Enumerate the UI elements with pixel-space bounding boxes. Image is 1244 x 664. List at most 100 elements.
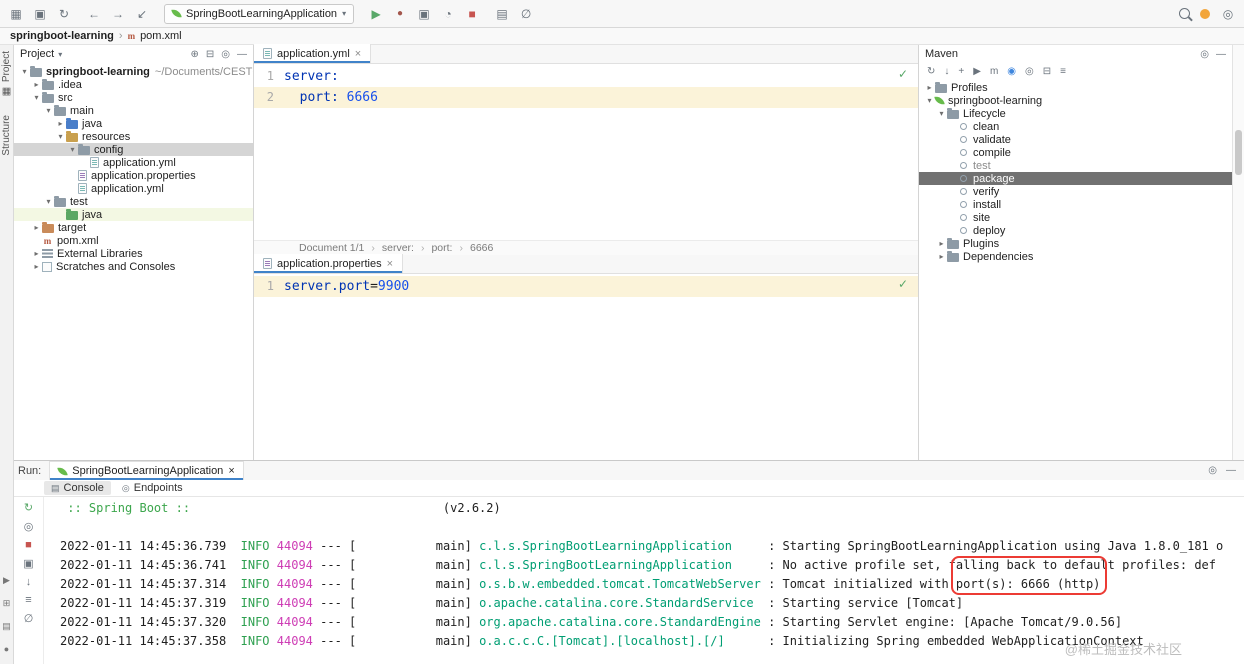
notification-badge[interactable] [1200,9,1210,19]
project-item-test[interactable]: ▾test [14,195,253,208]
project-item-java[interactable]: ▸java [14,117,253,130]
expand-arrow-icon[interactable]: ▾ [43,197,54,206]
panel-settings-icon[interactable]: ◎ [221,49,230,60]
editor-line[interactable]: 1server.port=9900 [254,276,918,297]
git-tool-window-button[interactable]: ● [4,644,9,654]
save-all-icon[interactable]: ▣ [32,6,48,22]
maven-item-springboot-learning[interactable]: ▾springboot-learning [919,94,1232,107]
properties-editor[interactable]: ✓ 1server.port=9900 [254,274,918,460]
debug-button[interactable]: ● [392,6,408,22]
clear-console-icon[interactable]: ∅ [24,612,34,625]
back-icon[interactable]: ← [86,6,102,22]
coverage-button[interactable]: ▣ [416,6,432,22]
run-settings-icon[interactable]: ◎ [24,520,34,533]
maven-item-clean[interactable]: clean [919,120,1232,133]
maven-settings-icon[interactable]: ◎ [1025,66,1034,77]
project-item-java[interactable]: java [14,208,253,221]
project-item-resources[interactable]: ▾resources [14,130,253,143]
expand-arrow-icon[interactable]: ▾ [43,106,54,115]
expand-arrow-icon[interactable]: ▸ [31,80,42,89]
project-item-springboot-learning[interactable]: ▾springboot-learning~/Documents/CESTC/wo… [14,65,253,78]
layout-icon[interactable]: ▤ [494,6,510,22]
expand-arrow-icon[interactable]: ▾ [67,145,78,154]
maven-item-plugins[interactable]: ▸Plugins [919,237,1232,250]
hide-panel-icon[interactable]: ― [1216,49,1226,60]
project-panel-title[interactable]: Project [20,48,54,60]
project-item-external-libraries[interactable]: ▸External Libraries [14,247,253,260]
expand-arrow-icon[interactable]: ▸ [31,262,42,271]
maven-item-compile[interactable]: compile [919,146,1232,159]
hide-panel-icon[interactable]: ― [237,49,247,60]
expand-arrow-icon[interactable]: ▾ [55,132,66,141]
hide-panel-icon[interactable]: ― [1226,465,1236,476]
tab-application-properties[interactable]: application.properties × [254,254,403,273]
expand-arrow-icon[interactable]: ▸ [31,223,42,232]
project-item-application-yml[interactable]: application.yml [14,182,253,195]
add-maven-project-icon[interactable]: + [958,66,964,77]
expand-arrow-icon[interactable]: ▸ [924,83,935,92]
soft-wrap-icon[interactable]: ≡ [25,594,31,606]
expand-arrow-icon[interactable]: ▾ [936,109,947,118]
project-item-config[interactable]: ▾config [14,143,253,156]
breadcrumb-item[interactable]: Document 1/1 [299,242,364,254]
rerun-icon[interactable]: ↻ [24,501,33,514]
panel-settings-icon[interactable]: ◎ [1200,49,1209,60]
search-icon[interactable] [1179,8,1190,19]
project-item-target[interactable]: ▸target [14,221,253,234]
breadcrumb-project[interactable]: springboot-learning [10,30,114,42]
profiler-button[interactable]: ◔ [440,6,456,22]
maven-item-dependencies[interactable]: ▸Dependencies [919,250,1232,263]
maven-item-validate[interactable]: validate [919,133,1232,146]
maven-item-deploy[interactable]: deploy [919,224,1232,237]
run-tool-window-button[interactable]: ▶ [3,575,10,586]
execute-maven-goal-icon[interactable]: m [990,66,998,77]
inspections-icon[interactable]: ∅ [518,6,534,22]
panel-settings-icon[interactable]: ◎ [1208,465,1217,476]
breadcrumb-item[interactable]: port: [431,242,452,254]
expand-arrow-icon[interactable]: ▾ [19,67,30,76]
project-item-application-yml[interactable]: application.yml [14,156,253,169]
project-item-pom-xml[interactable]: mpom.xml [14,234,253,247]
project-item--idea[interactable]: ▸.idea [14,78,253,91]
collapse-all-icon[interactable]: ⊟ [206,49,214,60]
expand-arrow-icon[interactable]: ▾ [924,96,935,105]
editor-line[interactable]: 1server: [254,66,918,87]
structure-tool-button[interactable]: Structure [1,115,12,156]
stop-icon[interactable]: ■ [25,539,32,551]
sync-icon[interactable]: ↻ [56,6,72,22]
maven-item-verify[interactable]: verify [919,185,1232,198]
editor-line[interactable]: 2 port: 6666 [254,87,918,108]
update-project-icon[interactable]: ↙ [134,6,150,22]
settings-icon[interactable]: ◎ [1220,6,1236,22]
run-maven-build-icon[interactable]: ▶ [973,66,981,77]
collapse-all-icon[interactable]: ⊟ [1043,66,1051,77]
forward-icon[interactable]: → [110,6,126,22]
project-item-application-properties[interactable]: application.properties [14,169,253,182]
expand-arrow-icon[interactable]: ▸ [55,119,66,128]
breadcrumb-item[interactable]: server: [382,242,414,254]
scroll-to-end-icon[interactable]: ↓ [26,576,32,588]
stop-button[interactable]: ■ [464,6,480,22]
expand-arrow-icon[interactable]: ▾ [31,93,42,102]
run-button[interactable]: ▶ [368,6,384,22]
filter-icon[interactable]: ≡ [1060,66,1066,77]
problems-tool-window-button[interactable]: ⊞ [3,598,11,609]
terminal-tool-window-button[interactable]: ▤ [2,621,11,632]
tab-application-yml[interactable]: application.yml × [254,44,371,63]
skip-tests-icon[interactable]: ◉ [1007,66,1016,77]
locate-file-icon[interactable]: ⊕ [190,49,198,60]
scrollbar-thumb[interactable] [1235,130,1242,175]
reimport-maven-icon[interactable]: ↻ [927,66,935,77]
window-icon[interactable]: ▦ [8,6,24,22]
maven-item-profiles[interactable]: ▸Profiles [919,81,1232,94]
tab-endpoints[interactable]: ◎ Endpoints [115,481,190,495]
project-item-src[interactable]: ▾src [14,91,253,104]
expand-arrow-icon[interactable]: ▸ [31,249,42,258]
maven-item-package[interactable]: package [919,172,1232,185]
expand-arrow-icon[interactable]: ▸ [936,239,947,248]
maven-item-site[interactable]: site [919,211,1232,224]
breadcrumb-file[interactable]: pom.xml [140,30,182,42]
pin-icon[interactable]: ▣ [23,557,33,570]
download-sources-icon[interactable]: ↓ [944,66,949,77]
project-tool-button[interactable]: ▦ Project [1,51,12,97]
